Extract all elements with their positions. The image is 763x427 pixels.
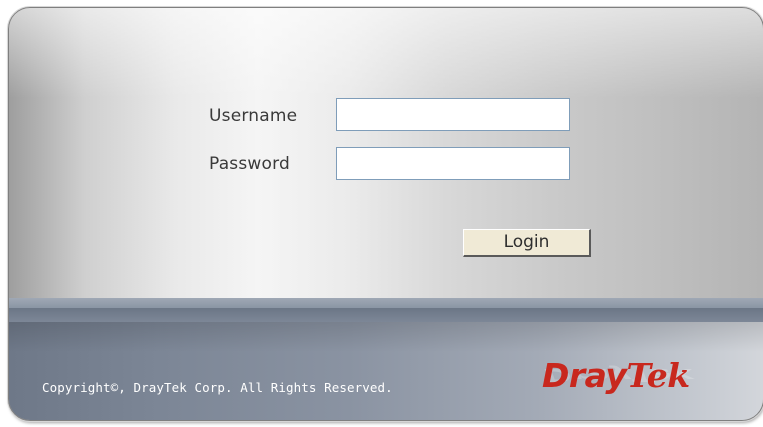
username-label: Username [209, 106, 298, 126]
username-input[interactable] [336, 98, 570, 131]
copyright-text: Copyright©, DrayTek Corp. All Rights Res… [42, 380, 393, 395]
login-panel: Username Password Login Copyright©, Dray… [8, 7, 763, 421]
password-input[interactable] [336, 147, 570, 180]
footer-divider-light [9, 298, 763, 308]
footer-bar [9, 322, 763, 420]
footer-divider-dark [9, 308, 763, 322]
password-label: Password [209, 154, 291, 174]
login-button[interactable]: Login [463, 229, 591, 257]
